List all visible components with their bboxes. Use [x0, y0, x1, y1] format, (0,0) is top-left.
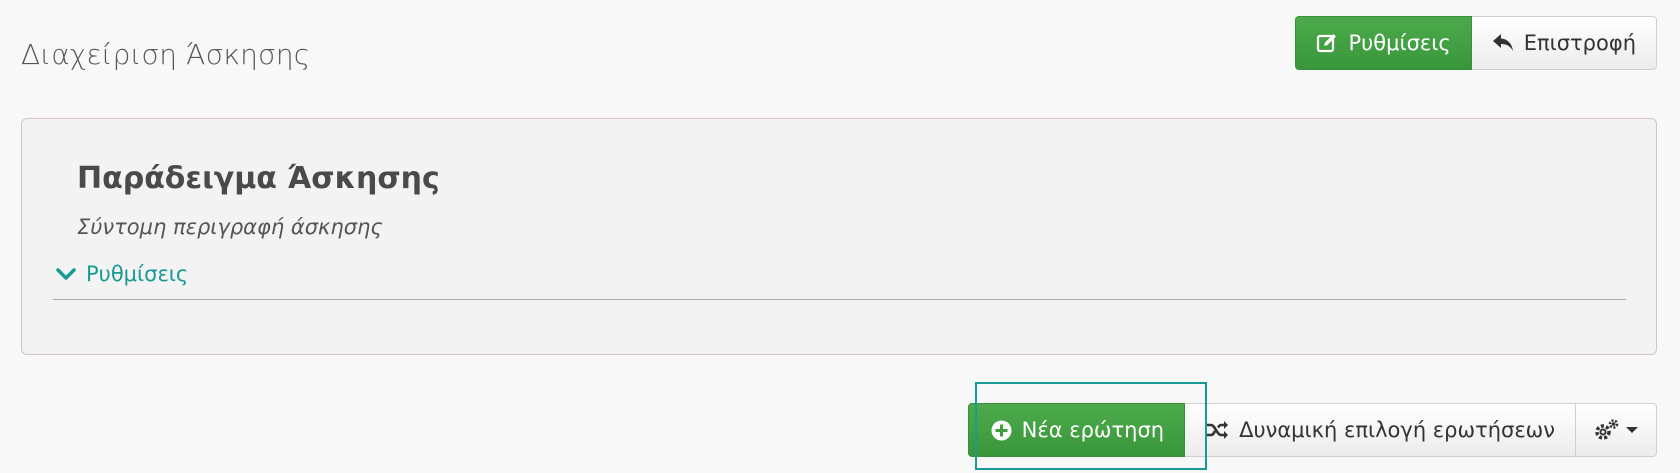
new-question-label: Νέα ερώτηση [1021, 418, 1165, 442]
page-title: Διαχείριση Άσκησης [21, 38, 311, 71]
shuffle-icon [1205, 420, 1229, 440]
new-question-button[interactable]: Νέα ερώτηση [967, 403, 1186, 457]
caret-down-icon [1626, 426, 1638, 434]
edit-icon [1316, 32, 1338, 54]
random-selection-label: Δυναμική επιλογή ερωτήσεων [1239, 418, 1555, 442]
plus-circle-icon [991, 420, 1012, 441]
exercise-panel: Παράδειγμα Άσκησης Σύντομη περιγραφή άσκ… [21, 118, 1657, 355]
chevron-down-icon [56, 267, 76, 281]
random-selection-button[interactable]: Δυναμική επιλογή ερωτήσεων [1185, 403, 1576, 457]
question-actions: Νέα ερώτηση Δυναμική επιλογή ερωτήσεων [967, 403, 1657, 457]
back-button-label: Επιστροφή [1523, 31, 1636, 55]
exercise-title: Παράδειγμα Άσκησης [77, 161, 440, 196]
panel-divider [53, 299, 1626, 300]
exercise-description: Σύντομη περιγραφή άσκησης [77, 215, 383, 239]
options-dropdown-button[interactable] [1576, 403, 1657, 457]
top-actions: Ρυθμίσεις Επιστροφή [1295, 16, 1657, 70]
back-button[interactable]: Επιστροφή [1471, 16, 1657, 70]
gears-icon [1594, 418, 1620, 442]
settings-toggle-label: Ρυθμίσεις [86, 262, 189, 286]
settings-button-label: Ρυθμίσεις [1348, 31, 1451, 55]
reply-icon [1492, 33, 1514, 53]
settings-toggle[interactable]: Ρυθμίσεις [56, 262, 188, 286]
settings-button[interactable]: Ρυθμίσεις [1295, 16, 1472, 70]
